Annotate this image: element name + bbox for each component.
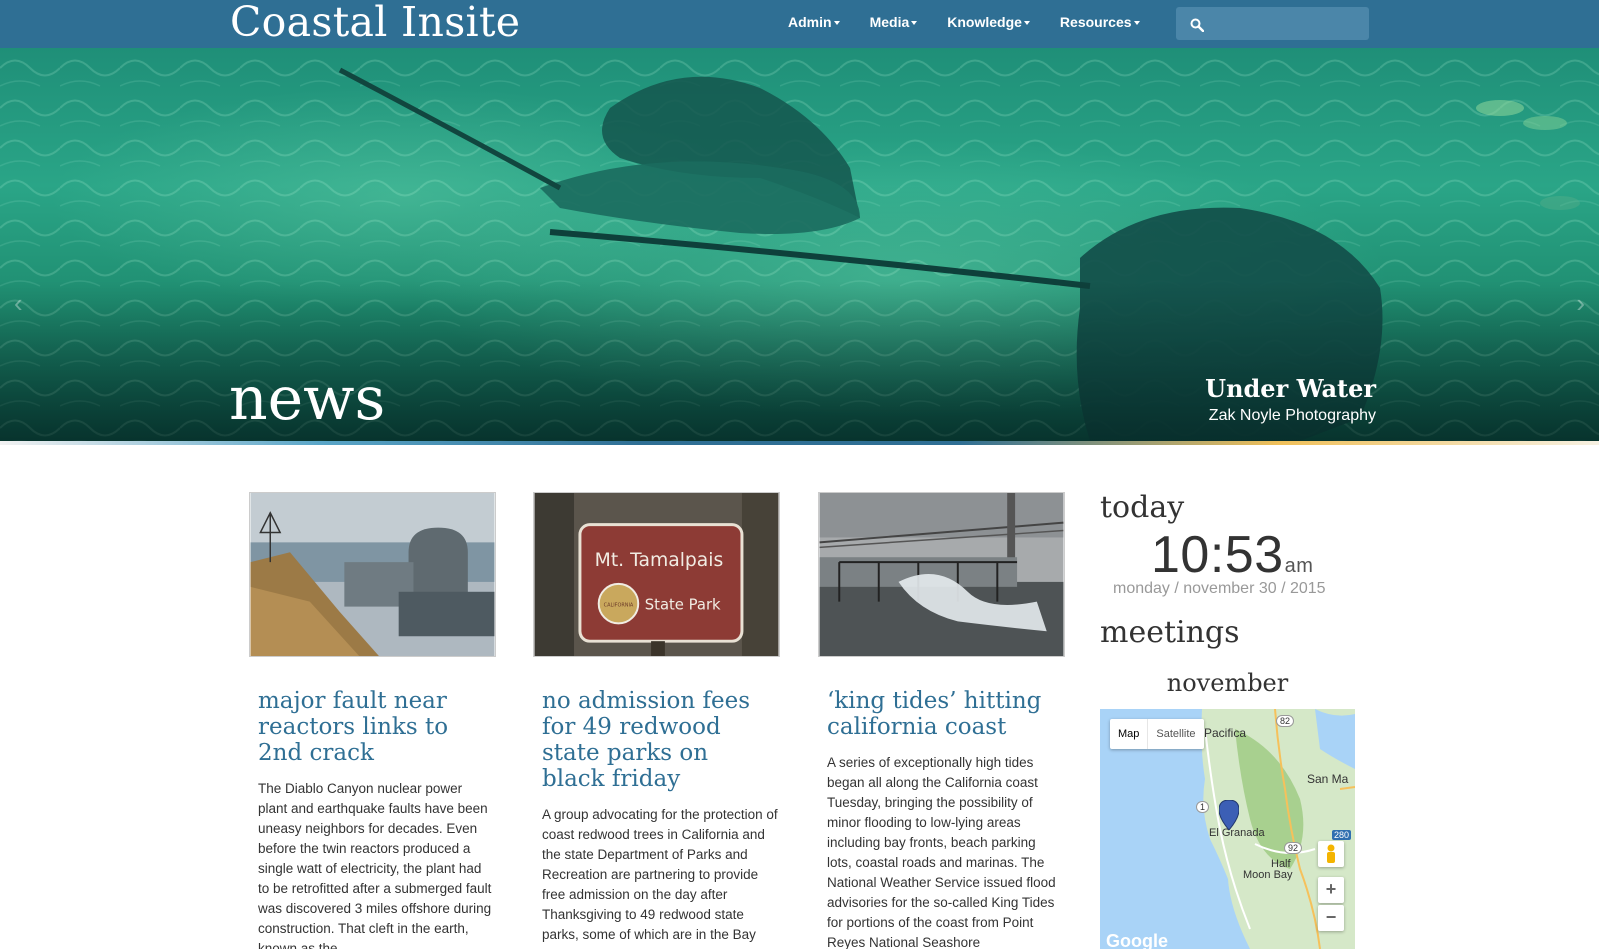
caret-down-icon (911, 20, 918, 25)
article-card: major fault near reactors links to 2nd c… (249, 492, 496, 949)
menu-knowledge[interactable]: Knowledge (947, 14, 1030, 30)
main-menu: Admin Media Knowledge Resources (788, 14, 1170, 30)
article-title-link[interactable]: no admission fees for 49 redwood state p… (542, 688, 774, 792)
caret-down-icon (833, 20, 840, 25)
menu-admin-label: Admin (788, 14, 832, 30)
google-logo: Google (1106, 931, 1168, 949)
map-zoom-in-button[interactable]: + (1318, 877, 1344, 903)
article-excerpt: A series of exceptionally high tides beg… (827, 755, 1056, 949)
carousel-next-arrow[interactable]: › (1576, 288, 1585, 319)
map-marker-icon[interactable] (1219, 800, 1239, 830)
carousel-prev-arrow[interactable]: ‹ (14, 288, 23, 319)
menu-media-label: Media (869, 14, 910, 30)
map-place-label: Pacifica (1204, 726, 1247, 740)
menu-resources[interactable]: Resources (1060, 14, 1140, 30)
menu-media[interactable]: Media (870, 14, 918, 30)
article-excerpt: A group advocating for the protection of… (542, 807, 778, 949)
navbar: Coastal Insite Admin Media Knowledge Res… (0, 0, 1599, 48)
road-shield: 92 (1284, 842, 1303, 854)
road-shield: 280 (1332, 830, 1352, 840)
menu-admin[interactable]: Admin (788, 14, 840, 30)
article-image-park-sign[interactable]: Mt. Tamalpais CALIFORNIA State Park (533, 492, 780, 657)
article-image-power-plant[interactable] (249, 492, 496, 657)
article-image-king-tides[interactable] (818, 492, 1065, 657)
site-brand[interactable]: Coastal Insite (230, 0, 520, 46)
meetings-month: november (1166, 669, 1289, 697)
article-excerpt: The Diablo Canyon nuclear power plant an… (258, 781, 492, 949)
menu-resources-label: Resources (1059, 14, 1132, 30)
road-shield: 1 (1196, 801, 1210, 813)
current-date: monday / november 30 / 2015 (1113, 580, 1326, 597)
today-heading: today (1100, 490, 1185, 525)
sign-line-1: Mt. Tamalpais (595, 550, 724, 571)
menu-knowledge-label: Knowledge (947, 14, 1022, 30)
caret-down-icon (1023, 20, 1030, 25)
map-type-satellite-button[interactable]: Satellite (1147, 719, 1203, 749)
caret-down-icon (1133, 20, 1140, 25)
clock-time: 10:53 (1151, 526, 1284, 584)
street-view-pegman-icon[interactable] (1318, 841, 1344, 867)
hero-carousel: ‹ › news Under Water Zak Noyle Photograp… (0, 48, 1599, 441)
clock-ampm: am (1284, 555, 1314, 577)
article-title-link[interactable]: major fault near reactors links to 2nd c… (258, 688, 490, 766)
article-card: Mt. Tamalpais CALIFORNIA State Park no a… (533, 492, 780, 949)
map-type-map-button[interactable]: Map (1110, 719, 1147, 749)
caption-credit: Zak Noyle Photography (1208, 407, 1376, 424)
search-input[interactable] (1176, 7, 1369, 40)
article-card: ‘king tides’ hitting california coast A … (818, 492, 1065, 949)
meetings-map[interactable]: Map Satellite Pacifica San Ma El Granada… (1100, 709, 1355, 949)
hero-divider (0, 441, 1599, 445)
search-icon (1190, 18, 1204, 32)
clock: 10:53am (1151, 525, 1313, 585)
map-zoom-out-button[interactable]: − (1318, 905, 1344, 931)
map-place-label: Moon Bay (1243, 869, 1293, 881)
map-place-label: San Ma (1307, 772, 1349, 786)
road-shield: 82 (1276, 715, 1295, 727)
sign-line-2: State Park (645, 597, 721, 614)
map-type-toggle: Map Satellite (1110, 719, 1204, 749)
sign-seal: CALIFORNIA (604, 603, 634, 609)
caption-title: Under Water (1205, 374, 1376, 403)
meetings-heading: meetings (1100, 615, 1240, 650)
article-title-link[interactable]: ‘king tides’ hitting california coast (827, 688, 1059, 740)
section-title: news (229, 364, 386, 434)
